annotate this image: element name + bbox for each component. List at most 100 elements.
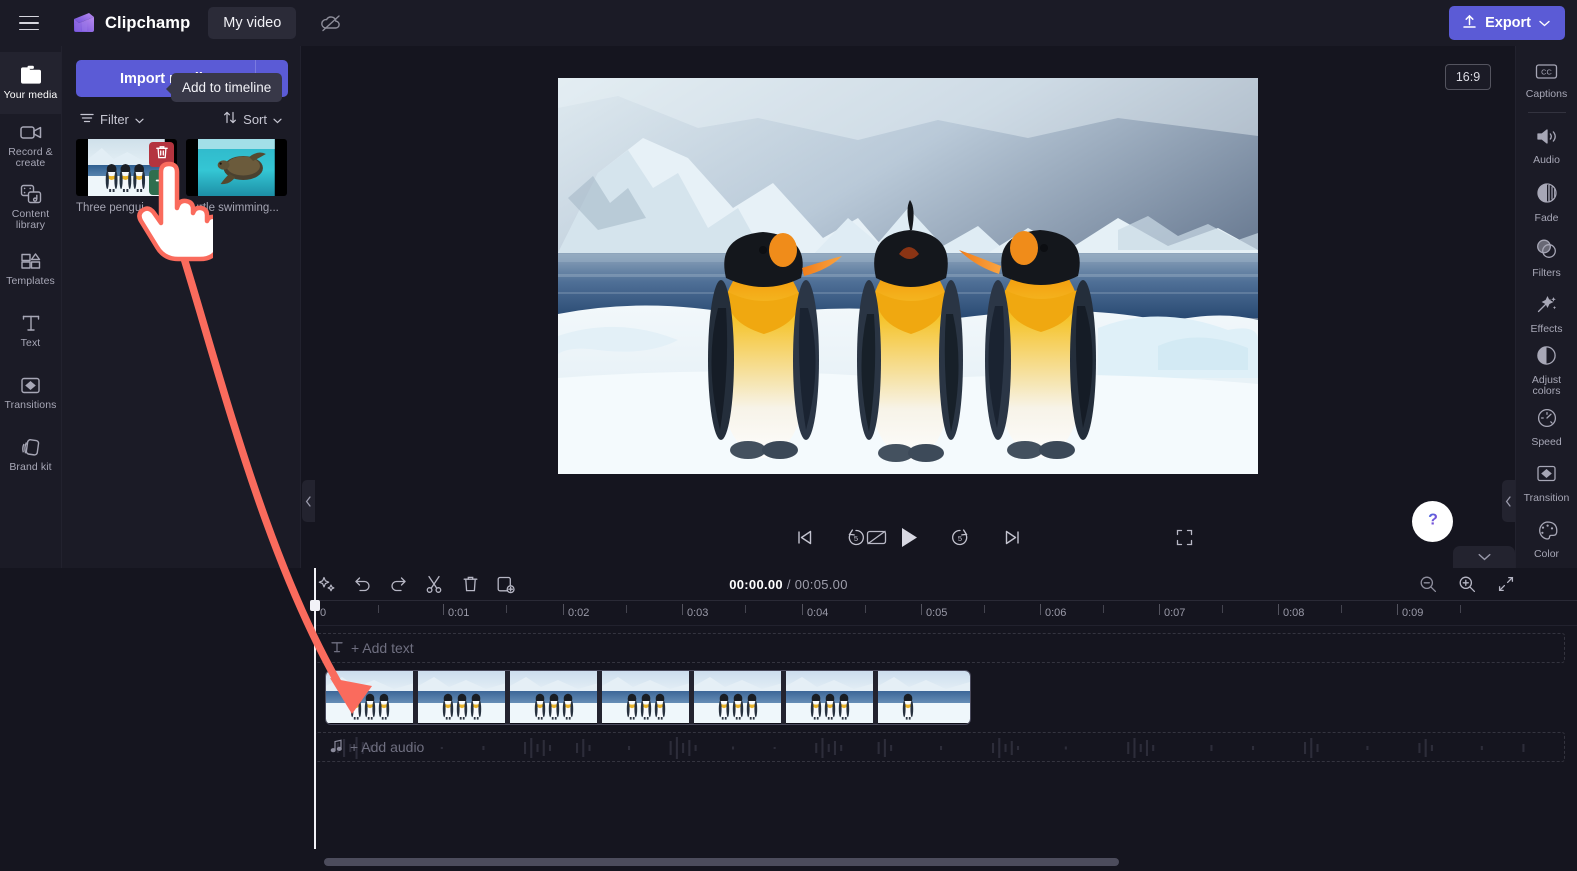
add-to-timeline-button[interactable] (149, 170, 174, 195)
add-audio-label: + Add audio (350, 739, 425, 755)
transport-controls: 5 5 (789, 522, 1027, 552)
sidebar-item-content-library[interactable]: Content library (0, 176, 61, 238)
svg-text:5: 5 (854, 534, 858, 543)
magic-sparkle-icon[interactable] (315, 573, 337, 595)
fade-circle-icon (1536, 182, 1558, 209)
sidebar-item-brand-kit[interactable]: Brand kit (0, 424, 61, 486)
tool-captions[interactable]: CC Captions (1516, 54, 1577, 110)
play-button[interactable] (893, 522, 923, 552)
cloud-off-icon[interactable] (318, 10, 344, 36)
sort-button[interactable]: Sort (223, 111, 282, 127)
split-scissors-icon[interactable] (423, 573, 445, 595)
delete-media-button[interactable] (149, 142, 174, 167)
top-bar: Clipchamp My video Export (0, 0, 1577, 46)
media-item-label: Turtle swimming... (186, 202, 279, 214)
palette-icon (1536, 520, 1558, 545)
clip-frame (786, 671, 878, 724)
video-clip[interactable] (325, 670, 971, 725)
right-properties-rail: CC Captions Audio Fade Filters Effects A… (1515, 46, 1577, 568)
skip-to-start-icon[interactable] (789, 522, 819, 552)
zoom-in-icon[interactable] (1456, 573, 1478, 595)
ruler-tick-label: 0:07 (1164, 607, 1186, 619)
filter-sort-row: Filter Sort (76, 111, 288, 127)
forward-5-icon[interactable]: 5 (945, 522, 975, 552)
transition-icon (1535, 463, 1558, 489)
fit-to-screen-icon[interactable] (1495, 573, 1517, 595)
tool-fade[interactable]: Fade (1516, 175, 1577, 231)
svg-text:CC: CC (1541, 68, 1552, 77)
tool-filters[interactable]: Filters (1516, 231, 1577, 287)
content-library-icon (19, 183, 43, 205)
help-button[interactable]: ? (1412, 501, 1453, 542)
scrollbar-thumb[interactable] (324, 858, 1119, 866)
add-text-track[interactable]: + Add text (315, 633, 1565, 663)
add-to-timeline-tooltip: Add to timeline (165, 73, 283, 102)
add-audio-group: + Add audio (330, 739, 424, 756)
upload-icon (1462, 14, 1477, 33)
trash-icon (155, 145, 169, 165)
sidebar-item-text[interactable]: Text (0, 300, 61, 362)
tool-color[interactable]: Color (1516, 512, 1577, 568)
delete-trash-icon[interactable] (459, 573, 481, 595)
fullscreen-icon[interactable] (1169, 522, 1199, 552)
undo-icon[interactable] (351, 573, 373, 595)
music-note-icon (330, 739, 343, 756)
collapse-right-panel-chevron-left-icon[interactable] (1502, 480, 1515, 522)
media-item-turtle[interactable]: Turtle swimming... (186, 139, 287, 214)
sidebar-item-transitions[interactable]: Transitions (0, 362, 61, 424)
tool-label: Audio (1533, 154, 1560, 167)
timeline-tools (315, 573, 517, 595)
timeline-ruler[interactable]: 0 0:01 0:02 0:03 0:04 0:05 0:06 0:07 0:0… (315, 600, 1577, 626)
tool-speed[interactable]: Speed (1516, 400, 1577, 456)
clip-frame (326, 671, 418, 724)
collapse-preview-chevron-down-icon[interactable] (1453, 546, 1515, 568)
speaker-icon (1535, 127, 1558, 151)
media-item-penguins[interactable]: Three pengui... (76, 139, 177, 214)
contrast-circle-icon (1536, 345, 1557, 371)
captions-toggle[interactable] (861, 522, 891, 552)
ruler-tick-label: 0:02 (568, 607, 590, 619)
chevron-down-icon (1539, 15, 1550, 31)
tool-label: Filters (1532, 267, 1561, 280)
project-title[interactable]: My video (208, 7, 297, 39)
redo-icon[interactable] (387, 573, 409, 595)
fullscreen-button[interactable] (1169, 522, 1199, 552)
collapse-left-panel-chevron-left-icon[interactable] (302, 480, 315, 522)
add-audio-track[interactable]: + Add audio (315, 732, 1565, 762)
chevron-down-icon (135, 112, 144, 127)
media-thumbnail[interactable] (186, 139, 287, 196)
duplicate-icon[interactable] (495, 573, 517, 595)
clip-frame (878, 671, 970, 724)
tool-transition[interactable]: Transition (1516, 456, 1577, 512)
chevron-down-icon (273, 112, 282, 127)
hamburger-menu-icon[interactable] (14, 8, 44, 38)
skip-to-end-icon[interactable] (997, 522, 1027, 552)
tool-adjust-colors[interactable]: Adjust colors (1516, 343, 1577, 400)
video-track (325, 670, 971, 725)
editor-body: Your media Record & create Content libra… (0, 46, 1577, 568)
aspect-ratio-badge[interactable]: 16:9 (1445, 64, 1491, 90)
tool-label: Effects (1530, 323, 1563, 336)
media-thumbnail[interactable] (76, 139, 177, 196)
zoom-out-icon[interactable] (1417, 573, 1439, 595)
export-button[interactable]: Export (1449, 6, 1565, 40)
preview-area: 16:9 5 5 ? (301, 46, 1515, 568)
tool-effects[interactable]: Effects (1516, 287, 1577, 343)
playhead[interactable] (310, 568, 320, 849)
captions-off-icon[interactable] (861, 522, 891, 552)
media-grid: Three pengui... Turtle swimming... Add t… (76, 73, 288, 214)
tool-label: Speed (1531, 436, 1562, 449)
sidebar-item-templates[interactable]: Templates (0, 238, 61, 300)
timeline-horizontal-scrollbar[interactable] (315, 858, 1515, 866)
filter-button[interactable]: Filter (80, 111, 144, 127)
sidebar-item-your-media[interactable]: Your media (0, 52, 61, 114)
media-folder-icon (19, 64, 43, 86)
text-t-icon (19, 312, 43, 334)
video-camera-icon (19, 121, 43, 143)
video-preview[interactable] (558, 78, 1258, 474)
speedometer-icon (1536, 407, 1558, 433)
tool-audio[interactable]: Audio (1516, 119, 1577, 175)
ruler-tick-label: 0:04 (807, 607, 829, 619)
sidebar-item-record-create[interactable]: Record & create (0, 114, 61, 176)
player-controls: 5 5 (301, 506, 1515, 568)
